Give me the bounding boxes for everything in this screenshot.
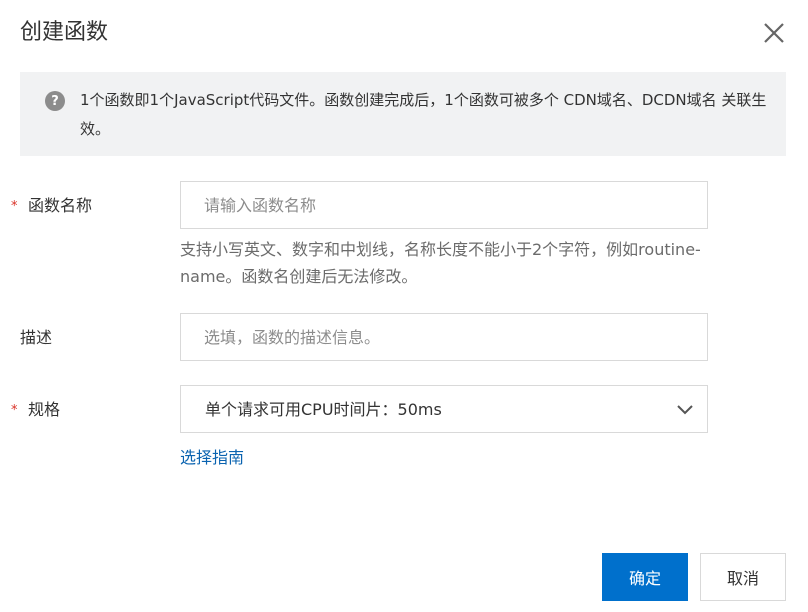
spec-label: 规格 bbox=[28, 400, 61, 419]
question-circle-icon: ? bbox=[45, 91, 65, 111]
function-name-label: 函数名称 bbox=[28, 196, 93, 215]
function-name-hint: 支持小写英文、数字和中划线，名称长度不能小于2个字符，例如routine-nam… bbox=[180, 240, 701, 286]
dialog-title: 创建函数 bbox=[20, 20, 109, 45]
info-notice: ? 1个函数即1个JavaScript代码文件。函数创建完成后，1个函数可被多个… bbox=[20, 72, 786, 156]
description-label: 描述 bbox=[20, 328, 53, 347]
spec-label-row: * 规格 bbox=[11, 398, 61, 422]
function-name-input[interactable] bbox=[180, 181, 708, 229]
selection-guide-link[interactable]: 选择指南 bbox=[180, 446, 244, 470]
create-function-dialog: 创建函数 ? 1个函数即1个JavaScript代码文件。函数创建完成后，1个函… bbox=[0, 0, 808, 612]
spec-selected-value: 单个请求可用CPU时间片：50ms bbox=[205, 400, 442, 419]
notice-text: 1个函数即1个JavaScript代码文件。函数创建完成后，1个函数可被多个 C… bbox=[80, 91, 767, 138]
required-mark: * bbox=[11, 199, 18, 214]
confirm-button[interactable]: 确定 bbox=[602, 553, 688, 601]
function-name-label-row: * 函数名称 bbox=[11, 194, 93, 218]
required-mark: * bbox=[11, 403, 18, 418]
spec-select[interactable]: 单个请求可用CPU时间片：50ms bbox=[180, 385, 708, 433]
cancel-button[interactable]: 取消 bbox=[700, 553, 786, 601]
chevron-down-icon bbox=[677, 405, 693, 415]
description-input[interactable] bbox=[180, 313, 708, 361]
close-button[interactable] bbox=[760, 19, 788, 47]
close-icon bbox=[764, 23, 784, 43]
